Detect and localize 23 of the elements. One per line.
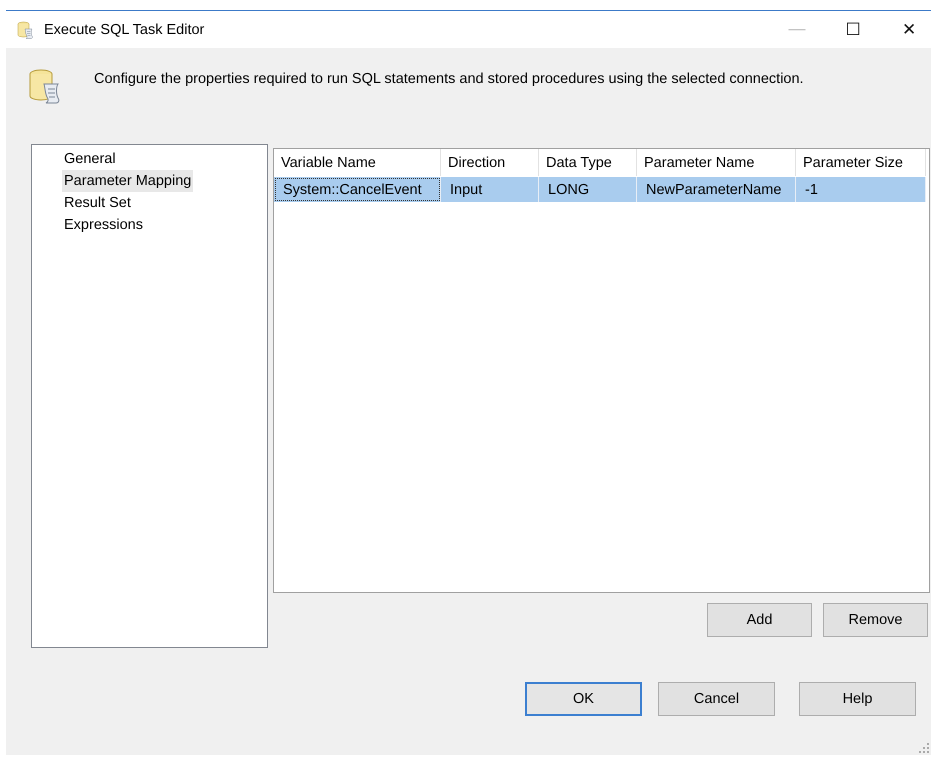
- column-header[interactable]: Parameter Name: [636, 149, 796, 176]
- page-list-item[interactable]: General: [62, 148, 118, 170]
- add-button[interactable]: Add: [707, 603, 812, 637]
- window-title: Execute SQL Task Editor: [44, 22, 204, 38]
- help-button[interactable]: Help: [799, 682, 916, 716]
- column-header[interactable]: Direction: [440, 149, 538, 176]
- table-cell: LONG: [538, 176, 636, 202]
- ok-button[interactable]: OK: [525, 682, 642, 716]
- cancel-button[interactable]: Cancel: [658, 682, 775, 716]
- maximize-button[interactable]: ☐: [825, 19, 881, 40]
- table-cell: System::CancelEvent: [274, 176, 440, 202]
- page-list-item[interactable]: Expressions: [62, 214, 145, 236]
- remove-button[interactable]: Remove: [823, 603, 928, 637]
- description-text: Configure the properties required to run SQL statements and stored procedures using the selected connection.: [94, 71, 804, 87]
- column-header[interactable]: Data Type: [538, 149, 636, 176]
- page-list-item[interactable]: Result Set: [62, 192, 133, 214]
- table-cell: NewParameterName: [636, 176, 796, 202]
- resize-grip-icon[interactable]: [919, 743, 929, 753]
- page-list-item[interactable]: Parameter Mapping: [62, 170, 194, 192]
- column-header[interactable]: Parameter Size: [796, 149, 926, 176]
- table-cell: Input: [440, 176, 538, 202]
- table-cell: -1: [796, 176, 926, 202]
- close-button[interactable]: ✕: [881, 19, 937, 40]
